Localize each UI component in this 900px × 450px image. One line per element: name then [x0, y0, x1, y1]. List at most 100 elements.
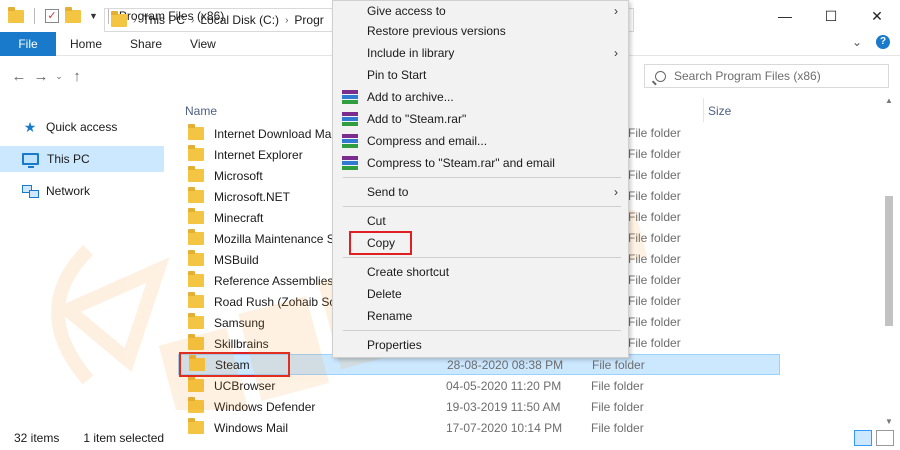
folder-icon	[8, 6, 24, 23]
file-name: Windows Defender	[214, 399, 316, 414]
file-date: 04-05-2020 11:20 PM	[446, 378, 562, 393]
file-type: File folder	[628, 336, 681, 350]
menu-item-label: Compress to "Steam.rar" and email	[367, 156, 555, 170]
scroll-up-icon[interactable]: ▲	[883, 96, 895, 105]
menu-item-add-to-steam-rar[interactable]: Add to "Steam.rar"	[333, 109, 630, 129]
folder-icon	[188, 250, 204, 266]
breadcrumb-separator[interactable]: ›	[285, 15, 288, 26]
properties-quick-icon[interactable]: ✓	[45, 9, 59, 23]
menu-separator	[343, 206, 621, 207]
nav-item-label: Quick access	[46, 120, 118, 134]
file-type: File folder	[628, 273, 681, 287]
large-icons-view-icon[interactable]	[876, 430, 894, 446]
folder-icon	[188, 229, 204, 245]
breadcrumb-separator[interactable]: ›	[133, 15, 136, 26]
nav-item-network[interactable]: Network	[0, 178, 170, 204]
item-count: 32 items	[14, 431, 60, 445]
tab-file[interactable]: File	[0, 31, 56, 56]
file-name: UCBrowser	[214, 378, 276, 393]
vertical-scrollbar[interactable]: ▲ ▼	[883, 96, 895, 426]
help-icon[interactable]: ?	[876, 35, 890, 49]
file-type: File folder	[628, 231, 681, 245]
menu-item-delete[interactable]: Delete	[333, 284, 630, 304]
folder-icon	[188, 124, 204, 140]
breadcrumb-this-pc[interactable]: This PC	[142, 13, 185, 27]
tab-home[interactable]: Home	[56, 37, 116, 51]
file-date: 28-08-2020 08:38 PM	[447, 357, 564, 372]
menu-item-add-to-archive[interactable]: Add to archive...	[333, 87, 630, 107]
forward-arrow-icon[interactable]: →	[30, 68, 52, 85]
menu-item-label: Give access to	[367, 4, 446, 18]
menu-item-label: Properties	[367, 338, 422, 352]
menu-item-label: Rename	[367, 309, 413, 323]
nav-item-this-pc[interactable]: This PC	[0, 146, 164, 172]
file-type: File folder	[628, 126, 681, 140]
recent-locations-chevron-icon[interactable]: ⌄	[52, 71, 66, 82]
breadcrumb-local-disk[interactable]: Local Disk (C:)	[200, 13, 279, 27]
menu-item-rename[interactable]: Rename	[333, 306, 630, 326]
column-divider[interactable]	[703, 98, 704, 122]
file-row[interactable]: UCBrowser 04-05-2020 11:20 PM File folder	[178, 375, 780, 396]
context-menu: Give access to › Restore previous versio…	[332, 0, 629, 358]
file-type: File folder	[628, 315, 681, 329]
file-type: File folder	[628, 147, 681, 161]
close-button[interactable]: ✕	[854, 0, 900, 32]
folder-icon	[188, 145, 204, 161]
folder-icon	[188, 187, 204, 203]
file-row[interactable]: Windows Defender 19-03-2019 11:50 AM File …	[178, 396, 780, 417]
back-arrow-icon[interactable]: ←	[8, 68, 30, 85]
menu-separator	[343, 330, 621, 331]
separator	[34, 8, 35, 24]
search-placeholder: Search Program Files (x86)	[674, 69, 821, 83]
file-type: File folder	[628, 210, 681, 224]
folder-icon	[188, 166, 204, 182]
new-folder-quick-icon[interactable]	[65, 6, 81, 23]
menu-item-send-to[interactable]: Send to ›	[333, 182, 630, 202]
column-header-size[interactable]: Size	[708, 104, 731, 118]
menu-item-label: Add to "Steam.rar"	[367, 112, 467, 126]
menu-item-label: Cut	[367, 214, 386, 228]
breadcrumb-program-files[interactable]: Progr	[294, 13, 323, 27]
search-icon	[655, 70, 666, 82]
file-type: File folder	[628, 168, 681, 182]
ghost-type-column: File folder File folder File folder File…	[628, 123, 681, 354]
folder-icon	[188, 271, 204, 287]
file-type: File folder	[592, 357, 645, 372]
folder-icon	[111, 10, 127, 27]
menu-item-compress-and-email[interactable]: Compress and email...	[333, 131, 630, 151]
scroll-thumb[interactable]	[885, 196, 893, 326]
scroll-down-icon[interactable]: ▼	[883, 417, 895, 426]
column-header-name[interactable]: Name	[185, 104, 217, 118]
tab-view[interactable]: View	[176, 37, 230, 51]
breadcrumb-separator[interactable]: ›	[191, 15, 194, 26]
menu-item-restore-previous-versions[interactable]: Restore previous versions	[333, 21, 630, 41]
nav-item-label: Network	[46, 184, 91, 198]
menu-item-label: Send to	[367, 185, 409, 199]
menu-item-compress-to-rar-and-email[interactable]: Compress to "Steam.rar" and email	[333, 153, 630, 173]
folder-icon	[188, 334, 204, 350]
menu-item-label: Compress and email...	[367, 134, 488, 148]
submenu-chevron-icon: ›	[614, 185, 618, 199]
menu-item-properties[interactable]: Properties	[333, 335, 630, 355]
menu-item-include-in-library[interactable]: Include in library ›	[333, 43, 630, 63]
file-type: File folder	[628, 252, 681, 266]
tab-share[interactable]: Share	[116, 37, 176, 51]
details-view-icon[interactable]	[854, 430, 872, 446]
search-input[interactable]: Search Program Files (x86)	[644, 64, 889, 88]
winrar-icon	[342, 134, 358, 149]
minimize-button[interactable]: —	[762, 0, 808, 32]
nav-item-quick-access[interactable]: ★ Quick access	[0, 114, 170, 140]
menu-item-pin-to-start[interactable]: Pin to Start	[333, 65, 630, 85]
menu-item-cut[interactable]: Cut	[333, 211, 630, 231]
menu-item-give-access[interactable]: Give access to ›	[333, 1, 630, 21]
quick-access-toolbar-dropdown-icon[interactable]: ▼	[89, 11, 98, 21]
status-bar: 32 items 1 item selected	[0, 426, 900, 450]
file-date: 19-03-2019 11:50 AM	[446, 399, 561, 414]
up-arrow-icon[interactable]: ↑	[66, 68, 88, 85]
winrar-icon	[342, 112, 358, 127]
copy-highlight-box	[349, 231, 412, 255]
folder-icon	[188, 397, 204, 413]
expand-ribbon-icon[interactable]: ⌄	[852, 35, 862, 49]
maximize-button[interactable]: ☐	[808, 0, 854, 32]
menu-item-create-shortcut[interactable]: Create shortcut	[333, 262, 630, 282]
